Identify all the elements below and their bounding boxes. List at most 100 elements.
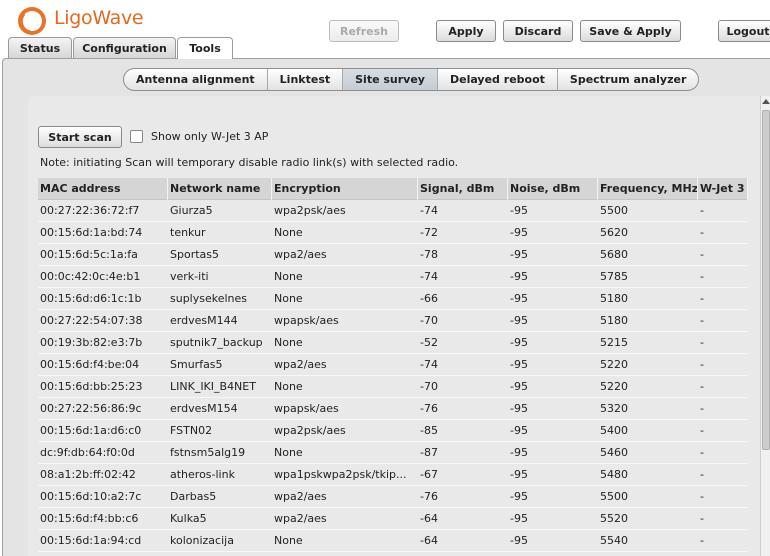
table-row[interactable]: 00:15:6d:1a:bd:74 tenkur None -72 -95 5620 -: [38, 222, 748, 244]
table-row[interactable]: 00:15:6d:d6:1c:1b suplysekelnes None -66 -95…: [38, 288, 748, 310]
cell-wjet3: -: [700, 226, 704, 239]
brand-name: LigoWave: [54, 7, 144, 29]
cell-noise: -95: [510, 446, 528, 459]
logout-button[interactable]: Logout: [718, 20, 770, 42]
column-header-mac-address[interactable]: MAC address: [38, 178, 168, 200]
cell-encryption: None: [274, 336, 303, 349]
cell-signal: -74: [420, 204, 438, 217]
cell-network-name: Kulka5: [170, 512, 207, 525]
column-header-network-name[interactable]: Network name: [168, 178, 272, 200]
cell-network-name: suplysekelnes: [170, 292, 248, 305]
cell-noise: -95: [510, 270, 528, 283]
ligowave-logo-icon: [18, 7, 46, 35]
cell-signal: -66: [420, 292, 438, 305]
tab-tools[interactable]: Tools: [177, 37, 233, 59]
cell-frequency: 5180: [600, 314, 628, 327]
cell-frequency: 5220: [600, 380, 628, 393]
cell-encryption: wpa2/aes: [274, 490, 327, 503]
cell-noise: -95: [510, 424, 528, 437]
scroll-thumb[interactable]: [762, 110, 770, 450]
table-row[interactable]: 00:27:22:54:07:38 erdvesM144 wpapsk/aes -70…: [38, 310, 748, 332]
cell-mac-address: dc:9f:db:64:f0:0d: [40, 446, 135, 459]
table-row[interactable]: 00:15:6d:bb:25:23 LINK_IKI_B4NET None -70 -9…: [38, 376, 748, 398]
cell-signal: -72: [420, 226, 438, 239]
save-apply-button[interactable]: Save & Apply: [580, 20, 681, 42]
table-row[interactable]: 00:15:6d:1a:94:cd kolonizacija None -64 -95 5…: [38, 530, 748, 552]
table-row[interactable]: 00:15:6d:1a:d6:c0 FSTN02 wpa2psk/aes -85 -95…: [38, 420, 748, 442]
cell-network-name: atheros-link: [170, 468, 235, 481]
cell-wjet3: -: [700, 336, 704, 349]
subtab-antenna-alignment[interactable]: Antenna alignment: [124, 69, 268, 90]
subtab-site-survey[interactable]: Site survey: [343, 69, 438, 90]
cell-mac-address: 00:27:22:56:86:9c: [40, 402, 142, 415]
table-row[interactable]: 00:27:22:36:72:f7 Giurza5 wpa2psk/aes -74 -9…: [38, 200, 748, 222]
only-wjet-label: Show only W-Jet 3 AP: [151, 130, 269, 143]
cell-network-name: kolonizacija: [170, 534, 234, 547]
start-scan-button[interactable]: Start scan: [38, 126, 122, 148]
cell-wjet3: -: [700, 402, 704, 415]
cell-noise: -95: [510, 358, 528, 371]
cell-encryption: wpapsk/aes: [274, 314, 339, 327]
cell-noise: -95: [510, 248, 528, 261]
cell-noise: -95: [510, 534, 528, 547]
table-row[interactable]: 00:15:6d:f4:bb:c6 Kulka5 wpa2/aes -64 -95 552…: [38, 508, 748, 530]
cell-network-name: Darbas5: [170, 490, 217, 503]
subtab-delayed-reboot[interactable]: Delayed reboot: [438, 69, 558, 90]
table-row[interactable]: 00:0c:42:0c:4e:b1 verk-iti None -74 -95 5785 -: [38, 266, 748, 288]
cell-frequency: 5540: [600, 534, 628, 547]
cell-frequency: 5480: [600, 468, 628, 481]
cell-wjet3: -: [700, 314, 704, 327]
cell-frequency: 5620: [600, 226, 628, 239]
tab-configuration[interactable]: Configuration: [73, 37, 176, 58]
column-header-frequency[interactable]: Frequency, MHz: [598, 178, 698, 200]
tab-status[interactable]: Status: [8, 37, 72, 58]
cell-wjet3: -: [700, 380, 704, 393]
ligowave-logo[interactable]: LigoWave: [16, 4, 176, 38]
cell-frequency: 5520: [600, 512, 628, 525]
scan-note: Note: initiating Scan will temporary dis…: [40, 156, 459, 169]
table-header-row: MAC address Network name Encryption Signal,…: [38, 178, 748, 200]
refresh-button[interactable]: Refresh: [329, 20, 399, 42]
cell-frequency: 5220: [600, 358, 628, 371]
table-row[interactable]: 08:a1:2b:ff:02:42 atheros-link wpa1pskwpa2…: [38, 464, 748, 486]
cell-frequency: 5785: [600, 270, 628, 283]
table-row[interactable]: 00:15:6d:10:a2:7c Darbas5 wpa2/aes -76 -95 55…: [38, 486, 748, 508]
cell-wjet3: -: [700, 270, 704, 283]
cell-signal: -76: [420, 490, 438, 503]
column-header-noise[interactable]: Noise, dBm: [508, 178, 598, 200]
subtab-linktest[interactable]: Linktest: [268, 69, 344, 90]
table-row[interactable]: 00:15:6d:5c:1a:fa Sportas5 wpa2/aes -78 -95 5…: [38, 244, 748, 266]
cell-encryption: None: [274, 380, 303, 393]
only-wjet-checkbox[interactable]: [130, 130, 143, 143]
cell-mac-address: 00:15:6d:f4:be:04: [40, 358, 140, 371]
cell-frequency: 5215: [600, 336, 628, 349]
table-row[interactable]: 00:15:6d:f4:be:04 Smurfas5 wpa2/aes -74 -95 5…: [38, 354, 748, 376]
column-header-signal[interactable]: Signal, dBm: [418, 178, 508, 200]
column-header-encryption[interactable]: Encryption: [272, 178, 418, 200]
cell-mac-address: 00:15:6d:d6:1c:1b: [40, 292, 142, 305]
cell-network-name: Giurza5: [170, 204, 213, 217]
cell-network-name: erdvesM154: [170, 402, 238, 415]
table-row[interactable]: dc:9f:db:64:f0:0d fstnsm5alg19 None -87 -95 5…: [38, 442, 748, 464]
cell-wjet3: -: [700, 248, 704, 261]
cell-mac-address: 00:27:22:54:07:38: [40, 314, 143, 327]
cell-wjet3: -: [700, 446, 704, 459]
table-row[interactable]: 00:27:22:56:86:9c erdvesM154 wpapsk/aes -76…: [38, 398, 748, 420]
cell-wjet3: -: [700, 358, 704, 371]
discard-button[interactable]: Discard: [503, 20, 573, 42]
subtab-spectrum-analyzer[interactable]: Spectrum analyzer: [558, 69, 698, 90]
cell-encryption: None: [274, 226, 303, 239]
apply-button[interactable]: Apply: [436, 20, 496, 42]
cell-wjet3: -: [700, 424, 704, 437]
table-row[interactable]: 00:19:3b:82:e3:7b sputnik7_backup None -52 -…: [38, 332, 748, 354]
cell-network-name: Sportas5: [170, 248, 220, 261]
cell-network-name: verk-iti: [170, 270, 209, 283]
scroll-up-arrow-icon[interactable]: [762, 99, 770, 104]
cell-encryption: wpa2/aes: [274, 358, 327, 371]
column-header-wjet3[interactable]: W-Jet 3: [698, 178, 748, 200]
scrollbar[interactable]: [760, 96, 770, 556]
cell-encryption: wpa2/aes: [274, 512, 327, 525]
cell-mac-address: 00:0c:42:0c:4e:b1: [40, 270, 141, 283]
cell-frequency: 5180: [600, 292, 628, 305]
cell-mac-address: 08:a1:2b:ff:02:42: [40, 468, 136, 481]
